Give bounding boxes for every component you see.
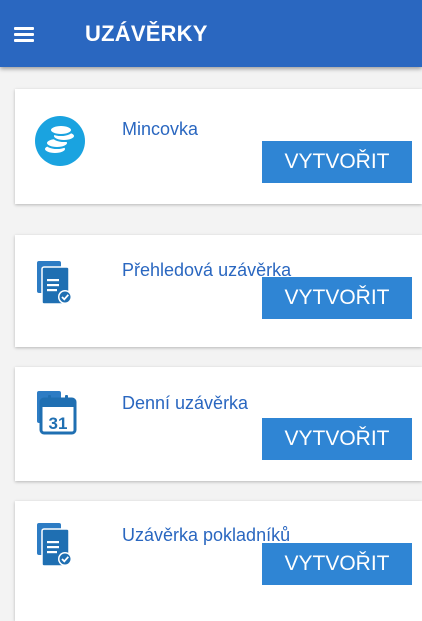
documents-check-icon (35, 259, 85, 309)
calendar-day: 31 (49, 414, 68, 433)
card-prehledova-uzaverka: Přehledová uzávěrka VYTVOŘIT (15, 235, 422, 347)
app-bar: UZÁVĚRKY (0, 0, 422, 67)
create-button-prehledova-uzaverka[interactable]: VYTVOŘIT (262, 277, 412, 319)
card-label: Denní uzávěrka (122, 393, 249, 413)
card-uzaverka-pokladniku: Uzávěrka pokladníků VYTVOŘIT (15, 501, 422, 621)
create-button-denni-uzaverka[interactable]: VYTVOŘIT (262, 418, 412, 460)
page-title: UZÁVĚRKY (85, 21, 208, 46)
calendar-31-icon: 31 (35, 389, 85, 439)
create-button-uzaverka-pokladniku[interactable]: VYTVOŘIT (262, 543, 412, 585)
create-button-mincovka[interactable]: VYTVOŘIT (262, 141, 412, 183)
card-denni-uzaverka: 31 Denní uzávěrka VYTVOŘIT (15, 367, 422, 481)
coins-icon (35, 116, 85, 166)
hamburger-menu-icon[interactable] (14, 24, 34, 42)
documents-check-icon (35, 521, 85, 571)
card-mincovka: Mincovka VYTVOŘIT (15, 89, 422, 204)
card-label: Mincovka (122, 119, 199, 139)
